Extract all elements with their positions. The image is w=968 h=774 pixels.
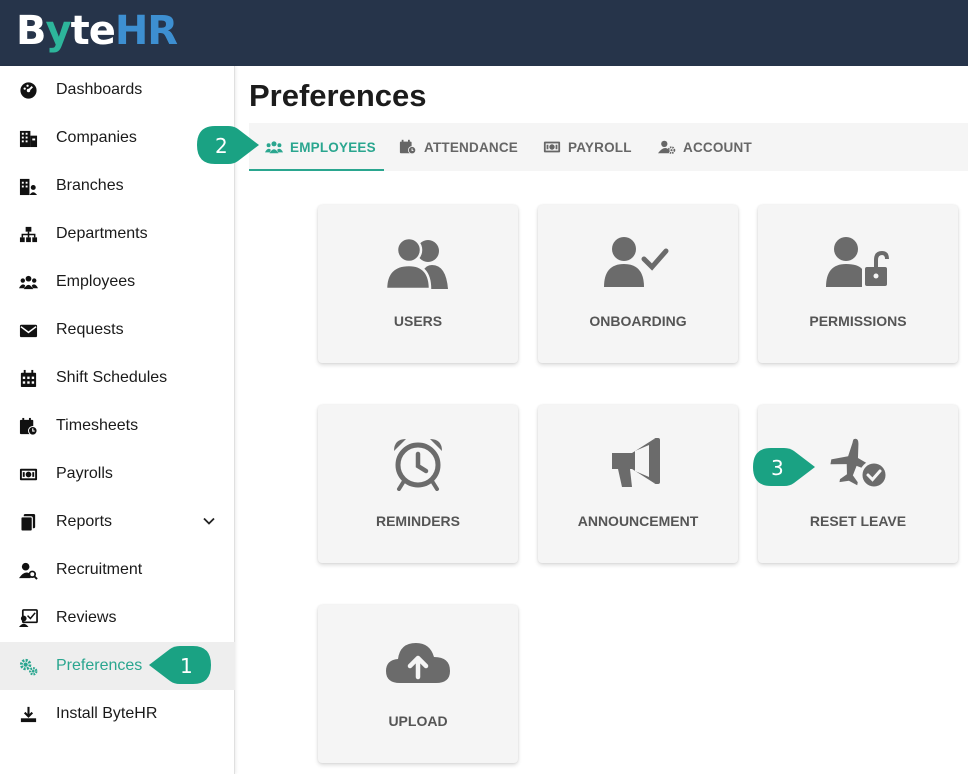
sidebar-item-label: Shift Schedules (56, 369, 168, 386)
card-label: USERS (393, 313, 443, 329)
download-icon (20, 706, 37, 723)
tab-label: ACCOUNT (683, 139, 752, 155)
sidebar-item-label: Requests (56, 321, 124, 338)
chevron-down-icon[interactable] (202, 514, 216, 528)
sidebar-item-label: Install ByteHR (56, 705, 158, 722)
tab-label: ATTENDANCE (424, 139, 518, 155)
sidebar-item-label: Dashboards (56, 81, 143, 98)
sidebar-item-label: Companies (56, 129, 137, 146)
sidebar-item-label: Employees (56, 273, 136, 290)
timesheet-icon (19, 417, 38, 436)
main-content: Preferences EMPLOYEES ATTENDANCE PAYROLL… (235, 66, 968, 774)
sidebar-item-reports[interactable]: Reports (0, 498, 235, 546)
alarm-clock-icon (394, 439, 442, 491)
calendar-clock-icon (399, 139, 417, 155)
sidebar-item-label: Departments (56, 225, 148, 242)
branches-icon (19, 178, 38, 196)
card-label: UPLOAD (388, 713, 448, 729)
callout-3: 3 (752, 448, 816, 486)
sidebar-item-payrolls[interactable]: Payrolls (0, 450, 235, 498)
page-title: Preferences (249, 78, 427, 113)
sidebar-item-label: Preferences (56, 657, 143, 674)
sidebar-item-label: Payrolls (56, 465, 113, 482)
payroll-icon (19, 468, 38, 481)
card-label: RESET LEAVE (809, 513, 907, 529)
user-lock-icon (826, 237, 889, 287)
sidebar-item-label: Timesheets (56, 417, 139, 434)
calendar-icon (20, 369, 37, 388)
logo-text-y: y (45, 8, 72, 54)
callout-1: 1 (148, 646, 212, 684)
preferences-tab-bar: EMPLOYEES ATTENDANCE PAYROLL ACCOUNT (249, 123, 968, 171)
bytehr-logo[interactable]: By te HR (16, 6, 178, 56)
sidebar-item-label: Recruitment (56, 561, 143, 578)
card-label: ANNOUNCEMENT (577, 513, 699, 529)
permissions-card[interactable]: PERMISSIONS (758, 205, 958, 363)
reports-icon (20, 513, 36, 532)
reminders-card[interactable]: REMINDERS (318, 405, 518, 563)
logo-text-te: te (70, 8, 116, 54)
card-label: PERMISSIONS (809, 313, 907, 329)
card-label: ONBOARDING (589, 313, 687, 329)
requests-icon (19, 324, 38, 338)
employees-icon (19, 275, 38, 290)
callout-number: 1 (180, 654, 193, 678)
employees-icon (265, 141, 283, 154)
cloud-upload-icon (386, 643, 450, 683)
callout-2: 2 (196, 126, 260, 164)
users-icon (384, 236, 448, 291)
tab-employees[interactable]: EMPLOYEES (249, 123, 384, 171)
sidebar-item-install-bytehr[interactable]: Install ByteHR (0, 690, 235, 738)
reviews-icon (19, 609, 38, 628)
sidebar-item-shift-schedules[interactable]: Shift Schedules (0, 354, 235, 402)
sidebar-item-requests[interactable]: Requests (0, 306, 235, 354)
announcement-card[interactable]: ANNOUNCEMENT (538, 405, 738, 563)
callout-arrow-right-icon (197, 126, 259, 164)
tab-payroll[interactable]: PAYROLL (543, 123, 632, 171)
sidebar-item-label: Reports (56, 513, 113, 530)
sidebar-item-departments[interactable]: Departments (0, 210, 235, 258)
megaphone-icon (612, 438, 660, 487)
top-bar: By te HR (0, 0, 968, 66)
gears-icon (19, 658, 38, 676)
sidebar-item-employees[interactable]: Employees (0, 258, 235, 306)
sidebar-item-recruitment[interactable]: Recruitment (0, 546, 235, 594)
tab-label: PAYROLL (568, 139, 632, 155)
plane-check-icon (830, 438, 889, 490)
sidebar-item-timesheets[interactable]: Timesheets (0, 402, 235, 450)
users-card[interactable]: USERS (318, 205, 518, 363)
upload-card[interactable]: UPLOAD (318, 605, 518, 763)
sidebar-item-label: Branches (56, 177, 124, 194)
callout-number: 2 (215, 134, 228, 158)
logo-text-hr: HR (114, 8, 178, 54)
card-label: REMINDERS (375, 513, 460, 529)
sidebar-item-label: Reviews (56, 609, 117, 626)
user-check-icon (604, 237, 669, 287)
logo-text-b: B (16, 8, 46, 54)
companies-icon (19, 130, 38, 148)
dashboard-icon (20, 82, 37, 99)
callout-arrow-right-icon (753, 448, 815, 486)
tab-account[interactable]: ACCOUNT (658, 123, 752, 171)
sidebar-item-branches[interactable]: Branches (0, 162, 235, 210)
sidebar-item-dashboards[interactable]: Dashboards (0, 66, 235, 114)
sidebar-item-reviews[interactable]: Reviews (0, 594, 235, 642)
tab-label: EMPLOYEES (290, 139, 376, 155)
recruitment-icon (19, 562, 38, 580)
user-gear-icon (658, 140, 676, 154)
tab-attendance[interactable]: ATTENDANCE (399, 123, 518, 171)
departments-icon (19, 226, 38, 243)
callout-number: 3 (771, 456, 784, 480)
onboarding-card[interactable]: ONBOARDING (538, 205, 738, 363)
payroll-icon (543, 141, 561, 153)
